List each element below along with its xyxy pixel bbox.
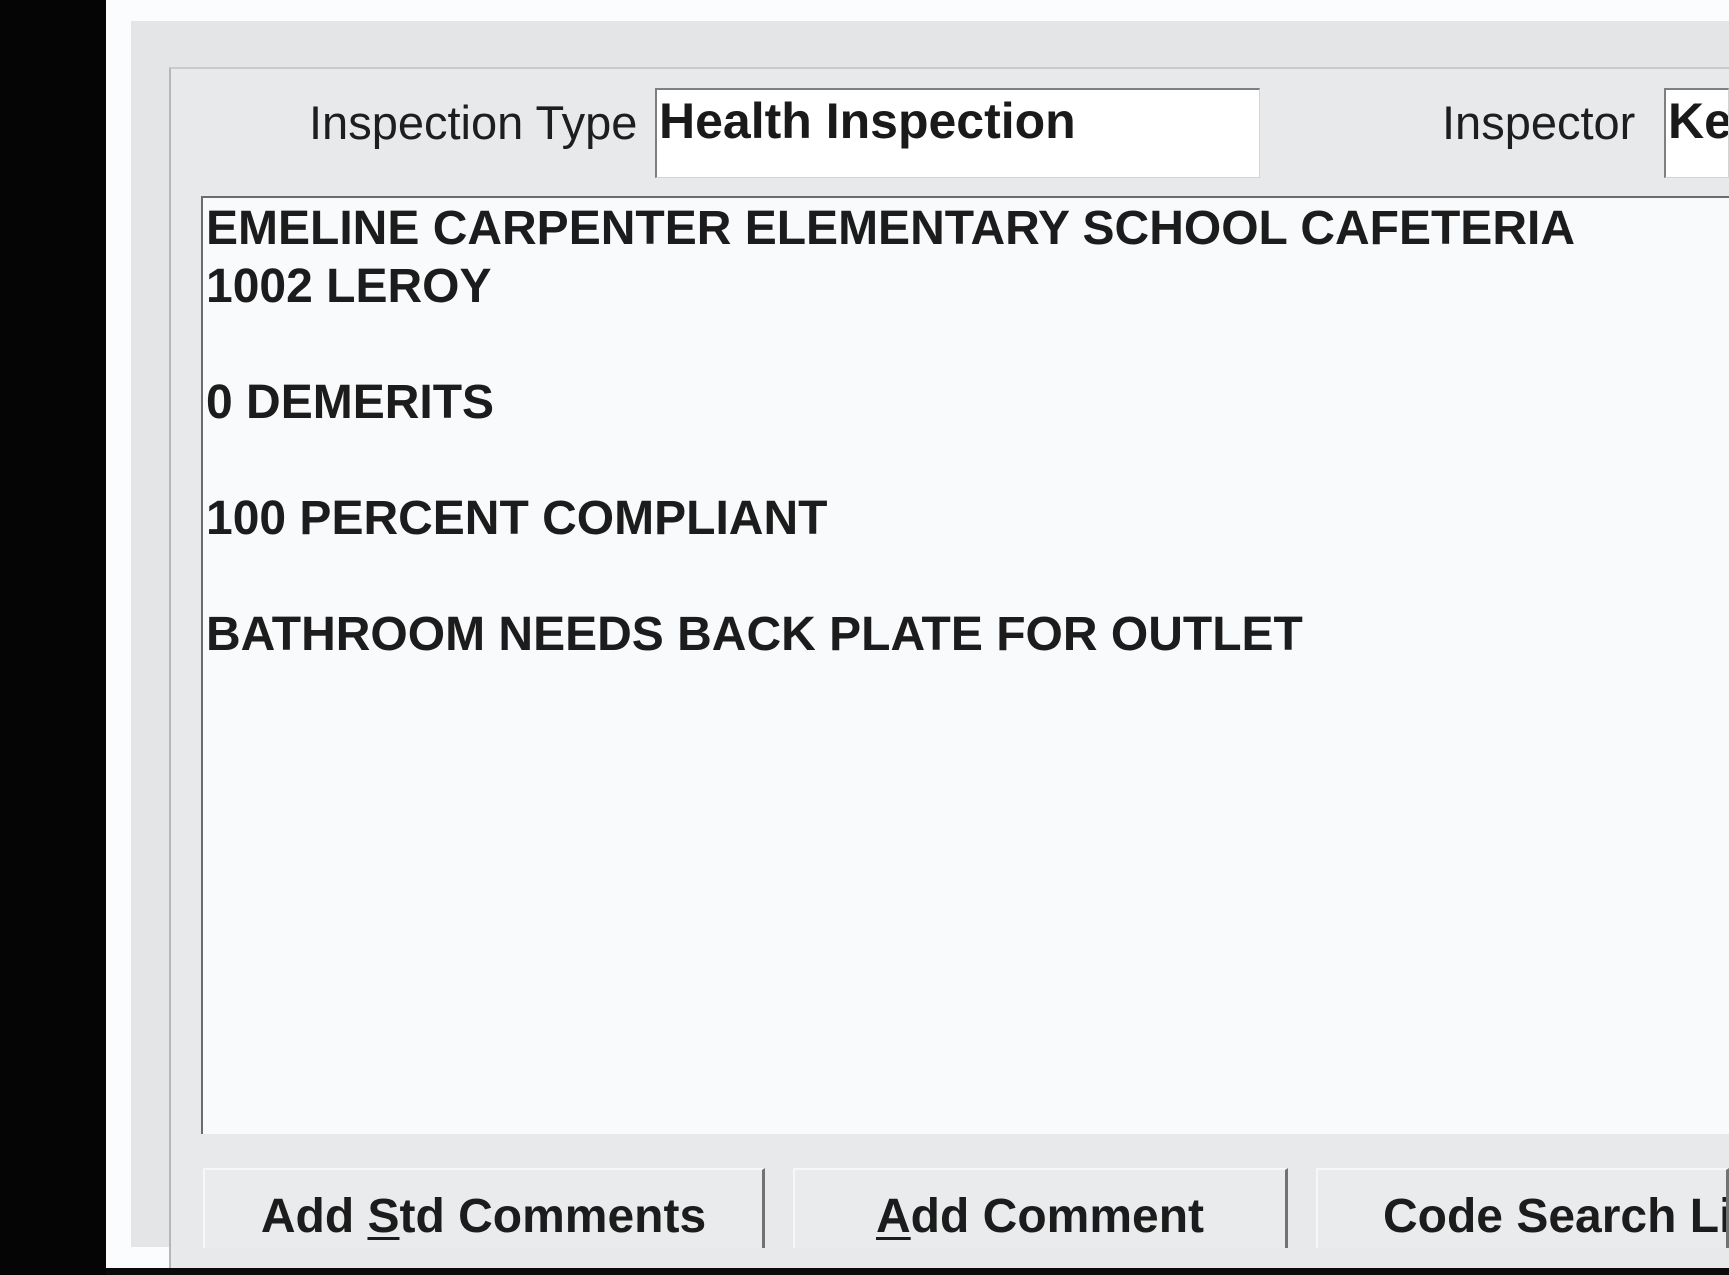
add-std-comments-label-end: td Comments bbox=[399, 1190, 707, 1243]
add-std-comments-button[interactable]: Add Std Comments bbox=[203, 1168, 765, 1248]
add-comment-label-end: dd Comment bbox=[910, 1190, 1204, 1243]
inspector-field[interactable]: Ke bbox=[1664, 88, 1729, 178]
inspection-type-field[interactable]: Health Inspection bbox=[655, 88, 1260, 178]
code-search-label: Code Search Li bbox=[1383, 1190, 1729, 1243]
comment-line-address: 1002 LEROY bbox=[206, 260, 492, 313]
button-bar: Add Std Comments Add Comment Code Search… bbox=[203, 1168, 1729, 1248]
comment-line-facility: EMELINE CARPENTER ELEMENTARY SCHOOL CAFE… bbox=[206, 202, 1575, 255]
add-std-comments-label-start: Add bbox=[260, 1190, 368, 1243]
add-std-comments-mnemonic: S bbox=[367, 1190, 400, 1243]
add-comment-button[interactable]: Add Comment bbox=[793, 1168, 1288, 1248]
inspector-label: Inspector bbox=[1442, 96, 1636, 149]
comment-line-demerits: 0 DEMERITS bbox=[206, 376, 495, 429]
comment-line-note: BATHROOM NEEDS BACK PLATE FOR OUTLET bbox=[206, 608, 1303, 661]
comment-line-compliance: 100 PERCENT COMPLIANT bbox=[206, 492, 828, 545]
scan-edge bbox=[106, 1268, 1729, 1275]
inspection-type-label: Inspection Type bbox=[309, 96, 638, 149]
comments-textarea[interactable]: EMELINE CARPENTER ELEMENTARY SCHOOL CAFE… bbox=[201, 196, 1729, 1134]
code-search-button[interactable]: Code Search Li bbox=[1316, 1168, 1729, 1248]
add-comment-mnemonic: A bbox=[876, 1190, 911, 1243]
